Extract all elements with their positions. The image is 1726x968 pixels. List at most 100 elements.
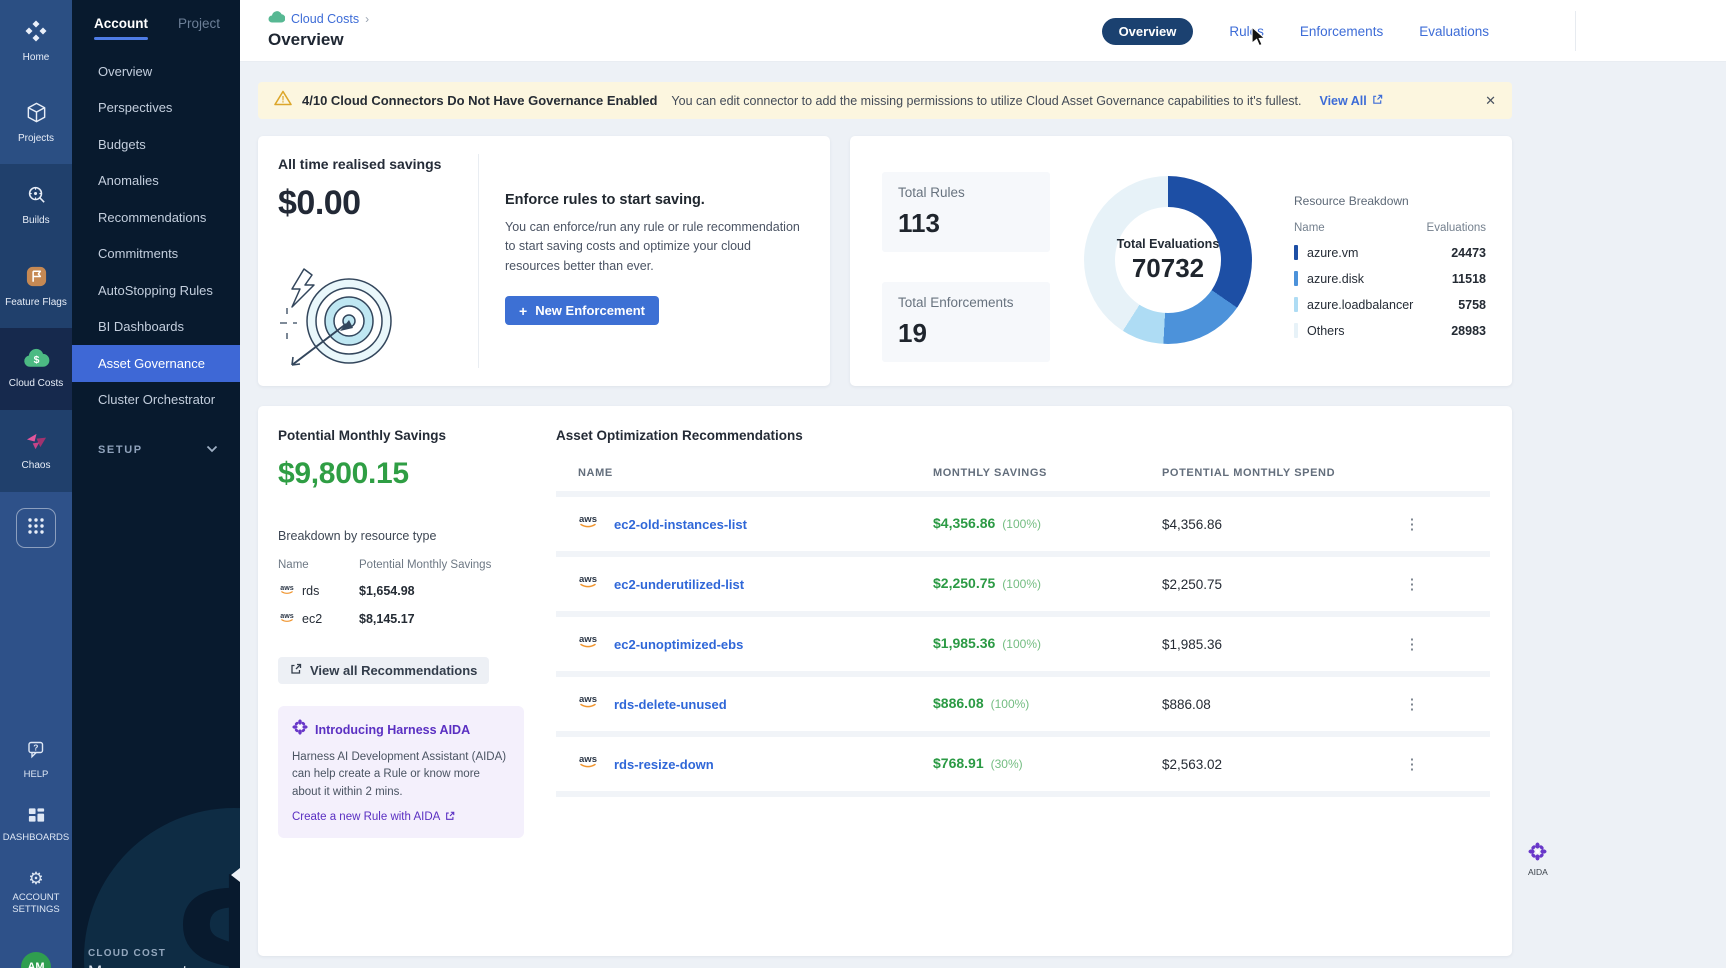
row-menu-kebab-icon[interactable]: ⋮: [1382, 697, 1442, 712]
plus-icon: +: [519, 304, 527, 318]
cloud-icon: [268, 11, 285, 26]
recommendation-name-cell: aws rds-resize-down: [556, 753, 933, 775]
legend-color-chip: [1294, 245, 1298, 260]
potential-savings-column: Potential Monthly Savings $9,800.15 Brea…: [278, 428, 524, 956]
help-button[interactable]: ? HELP: [0, 740, 72, 780]
sidebar-item-asset-governance[interactable]: Asset Governance: [72, 345, 240, 382]
rail-item-cloud-costs[interactable]: $ Cloud Costs: [0, 328, 72, 410]
svg-text:aws: aws: [579, 514, 597, 525]
chaos-icon: [24, 430, 49, 454]
legend-row: azure.vm 24473: [1294, 245, 1486, 260]
external-link-icon: [1372, 94, 1383, 108]
sidebar-item-bi-dashboards[interactable]: BI Dashboards: [72, 309, 240, 346]
enforce-heading: Enforce rules to start saving.: [505, 192, 802, 208]
page-body: ! 4/10 Cloud Connectors Do Not Have Gove…: [240, 62, 1726, 956]
dashboards-button[interactable]: DASHBOARDS: [0, 806, 72, 843]
account-settings-button[interactable]: ⚙ ACCOUNT SETTINGS: [0, 870, 72, 917]
legend-value: 28983: [1451, 324, 1486, 338]
setup-section-toggle[interactable]: SETUP: [72, 444, 240, 456]
builds-icon: [25, 183, 48, 209]
svg-text:aws: aws: [579, 574, 597, 585]
create-rule-with-aida-label: Create a new Rule with AIDA: [292, 811, 440, 823]
total-enforcements-tile: Total Enforcements 19: [882, 282, 1050, 362]
aida-body: Harness AI Development Assistant (AIDA) …: [292, 749, 510, 801]
dashboards-icon: [27, 806, 46, 827]
recommendation-link[interactable]: ec2-unoptimized-ebs: [614, 637, 743, 652]
create-rule-with-aida-link[interactable]: Create a new Rule with AIDA: [292, 811, 455, 824]
legend-color-chip: [1294, 323, 1298, 338]
help-label: HELP: [24, 769, 49, 780]
sidebar-item-cluster-orchestrator[interactable]: Cluster Orchestrator: [72, 382, 240, 419]
tab-rules[interactable]: Rules: [1229, 24, 1264, 39]
pms-table-header: Name Potential Monthly Savings: [278, 559, 524, 571]
svg-text:!: !: [282, 94, 285, 104]
sidebar-footer: CLOUD COST Management: [88, 948, 187, 968]
view-all-link[interactable]: View All: [1319, 94, 1382, 108]
aida-flower-icon: [1528, 848, 1547, 865]
legend-name: azure.disk: [1307, 272, 1364, 286]
total-evaluations-label: Total Evaluations: [1117, 237, 1220, 251]
resource-breakdown-legend: Resource Breakdown Name Evaluations azur…: [1294, 172, 1486, 386]
projects-cube-icon: [25, 101, 48, 127]
tab-overview[interactable]: Overview: [1102, 18, 1194, 45]
external-link-icon: [445, 811, 455, 824]
recommendation-link[interactable]: ec2-old-instances-list: [614, 517, 747, 532]
monthly-savings-cell: $2,250.75 (100%): [933, 575, 1162, 593]
rail-item-home[interactable]: Home: [0, 0, 72, 82]
recommendation-link[interactable]: ec2-underutilized-list: [614, 577, 744, 592]
savings-percent: (100%): [1002, 577, 1041, 591]
spend-value: $2,250.75: [1162, 577, 1382, 592]
breadcrumb-cloud-costs-link[interactable]: Cloud Costs: [268, 11, 359, 26]
enforce-body: You can enforce/run any rule or rule rec…: [505, 218, 802, 276]
sidebar-collapse-handle[interactable]: [231, 868, 240, 882]
setup-label: SETUP: [98, 444, 143, 456]
view-all-recommendations-button[interactable]: View all Recommendations: [278, 657, 489, 684]
recommendation-link[interactable]: rds-resize-down: [614, 757, 714, 772]
svg-text:$: $: [33, 355, 39, 366]
user-avatar[interactable]: AM: [21, 952, 51, 968]
row-menu-kebab-icon[interactable]: ⋮: [1382, 757, 1442, 772]
legend-name: Others: [1307, 324, 1345, 338]
row-menu-kebab-icon[interactable]: ⋮: [1382, 637, 1442, 652]
table-row: aws ec2-underutilized-list $2,250.75 (100…: [556, 557, 1490, 611]
module-grid-button[interactable]: [16, 508, 56, 548]
sidebar-item-perspectives[interactable]: Perspectives: [72, 90, 240, 127]
savings-value: $2,250.75: [933, 575, 995, 591]
spend-value: $1,985.36: [1162, 637, 1382, 652]
sidebar-item-overview[interactable]: Overview: [72, 53, 240, 90]
tab-account[interactable]: Account: [94, 16, 148, 40]
aida-fab[interactable]: AIDA: [1528, 842, 1548, 877]
enforce-rules-block: Enforce rules to start saving. You can e…: [479, 136, 830, 386]
new-enforcement-button[interactable]: + New Enforcement: [505, 296, 659, 325]
savings-percent: (100%): [1002, 637, 1041, 651]
rail-item-chaos[interactable]: Chaos: [0, 410, 72, 492]
donut-center: Total Evaluations 70732: [1115, 207, 1221, 313]
table-row: aws ec2-unoptimized-ebs $1,985.36(100%) …: [556, 617, 1490, 671]
rail-label: Feature Flags: [5, 297, 67, 309]
rail-item-builds[interactable]: Builds: [0, 164, 72, 246]
sidebar-item-budgets[interactable]: Budgets: [72, 126, 240, 163]
sidebar-item-recommendations[interactable]: Recommendations: [72, 199, 240, 236]
sidebar-item-autostopping-rules[interactable]: AutoStopping Rules: [72, 272, 240, 309]
rail-label: Cloud Costs: [9, 378, 63, 390]
row-menu-kebab-icon[interactable]: ⋮: [1382, 517, 1442, 532]
tab-project[interactable]: Project: [178, 16, 220, 31]
savings-value: $4,356.86: [933, 515, 995, 531]
recommendation-link[interactable]: rds-delete-unused: [614, 697, 727, 712]
row-menu-kebab-icon[interactable]: ⋮: [1382, 577, 1442, 592]
aws-icon: aws: [576, 513, 600, 535]
sidebar-item-commitments[interactable]: Commitments: [72, 236, 240, 273]
table-row: aws ec2-old-instances-list $4,356.86(100…: [556, 497, 1490, 551]
dashboards-label: DASHBOARDS: [3, 832, 70, 843]
tab-enforcements[interactable]: Enforcements: [1300, 24, 1383, 39]
aws-icon: aws: [576, 693, 600, 715]
evaluations-stats-card: Total Rules 113 Total Enforcements 19 To…: [850, 136, 1512, 386]
recommendation-name-cell: aws ec2-unoptimized-ebs: [556, 633, 933, 655]
aws-icon: aws: [576, 753, 600, 775]
tab-evaluations[interactable]: Evaluations: [1419, 24, 1489, 39]
close-icon[interactable]: ✕: [1485, 93, 1496, 109]
sidebar-item-anomalies[interactable]: Anomalies: [72, 163, 240, 200]
rail-item-projects[interactable]: Projects: [0, 82, 72, 164]
rail-item-feature-flags[interactable]: Feature Flags: [0, 246, 72, 328]
total-evaluations-value: 70732: [1132, 253, 1204, 284]
